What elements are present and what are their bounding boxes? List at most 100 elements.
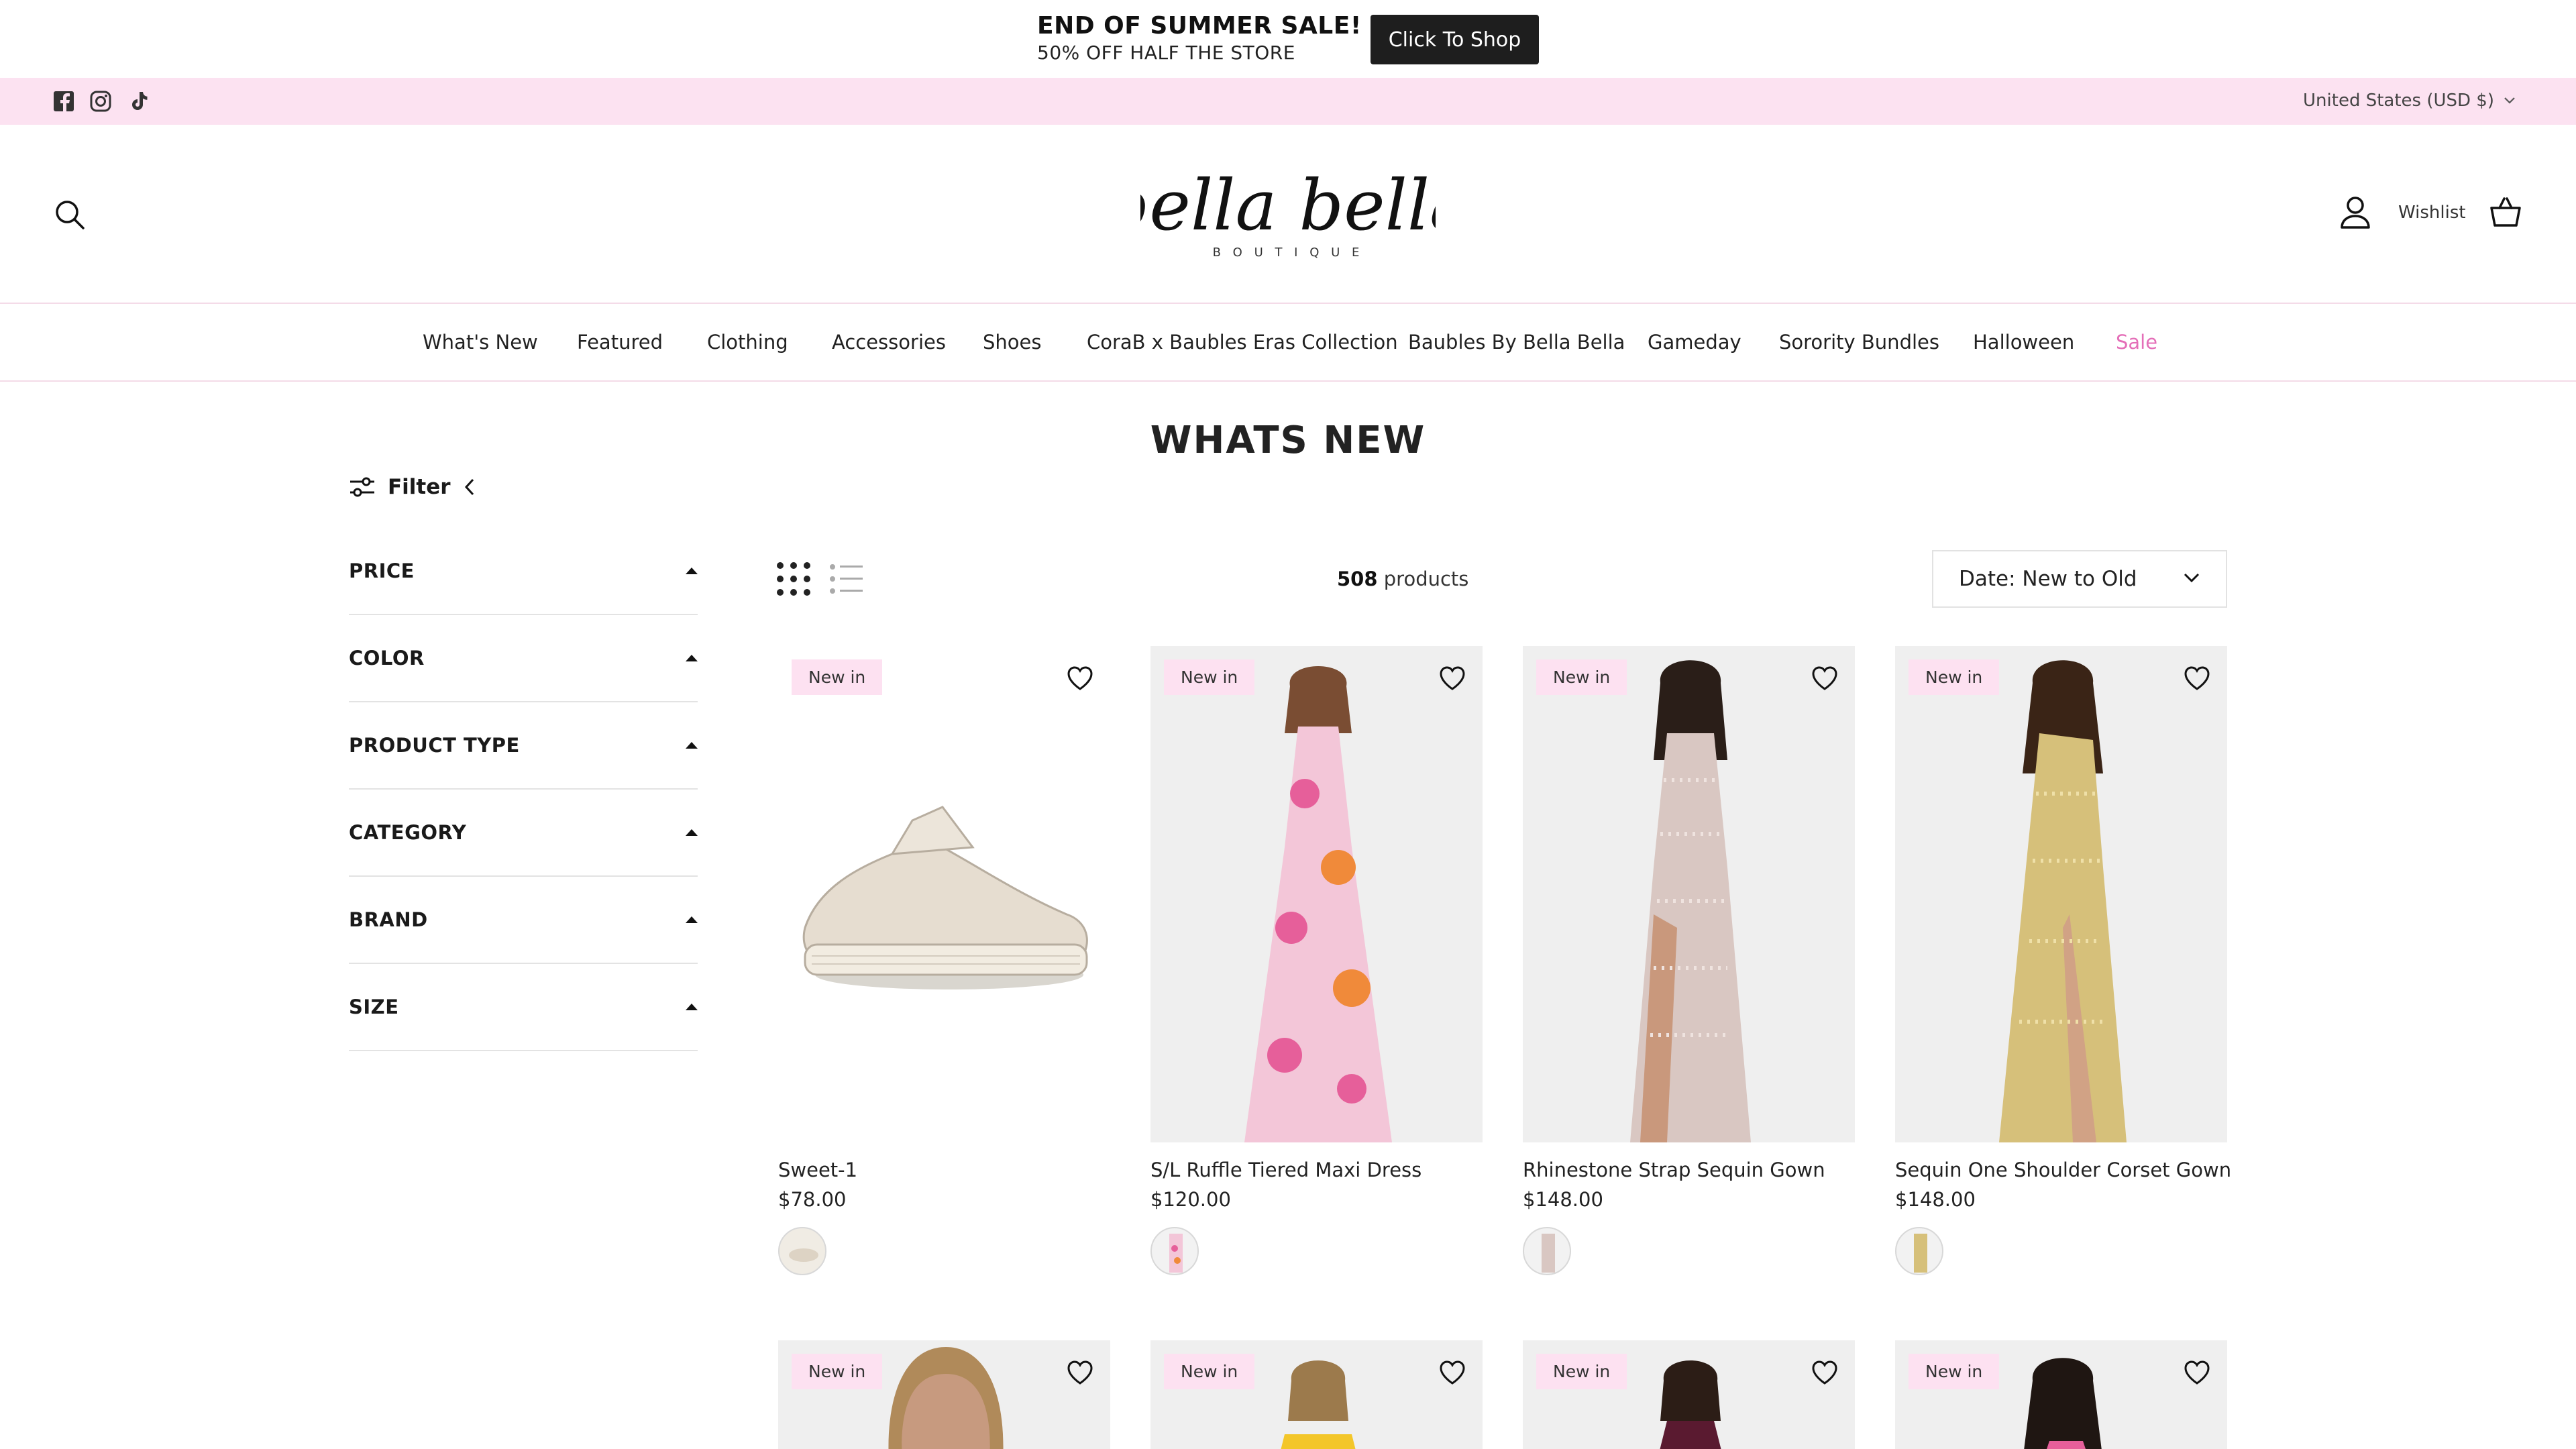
product-count-suffix: products [1383, 568, 1469, 590]
color-swatch[interactable] [1150, 1227, 1199, 1275]
facet-label: PRICE [349, 559, 415, 582]
wishlist-link[interactable]: Wishlist [2398, 203, 2466, 223]
color-swatch[interactable] [1895, 1227, 1943, 1275]
filter-toggle[interactable]: Filter [349, 475, 476, 499]
announcement-bar: END OF SUMMER SALE! 50% OFF HALF THE STO… [0, 0, 2576, 78]
nav-item-sale[interactable]: Sale [2116, 331, 2157, 354]
nav-item-halloween[interactable]: Halloween [1973, 331, 2074, 354]
product-count: 508 products [1337, 568, 1468, 590]
logo[interactable]: bella bella B O U T I Q U E [1140, 156, 1436, 276]
product-image[interactable]: New in [1523, 1340, 1855, 1449]
cart-icon[interactable] [2489, 196, 2522, 229]
product-image[interactable]: New in [778, 646, 1110, 1142]
nav-item-corab-baubles[interactable]: CoraB x Baubles Eras Collection [1087, 331, 1398, 354]
facet-label: PRODUCT TYPE [349, 734, 520, 757]
search-icon[interactable] [54, 199, 86, 231]
facet-product-type[interactable]: PRODUCT TYPE [349, 702, 698, 790]
new-in-badge: New in [1164, 659, 1255, 695]
heart-icon[interactable] [2183, 1359, 2211, 1386]
new-in-badge: New in [1536, 1354, 1627, 1389]
product-price: $120.00 [1150, 1188, 1231, 1211]
facet-price[interactable]: PRICE [349, 528, 698, 615]
announcement-title: END OF SUMMER SALE! [1037, 12, 1362, 40]
product-name[interactable]: Rhinestone Strap Sequin Gown [1523, 1159, 1825, 1181]
floral-dress-image [1244, 666, 1392, 1142]
sort-value: Date: New to Old [1959, 567, 2137, 591]
heart-icon[interactable] [1811, 665, 1839, 692]
chevron-left-icon [464, 478, 474, 496]
new-in-badge: New in [1164, 1354, 1255, 1389]
gold-gown-image [1999, 660, 2127, 1142]
caret-up-icon [686, 1004, 698, 1010]
sneaker-image [802, 806, 1088, 989]
nav-item-accessories[interactable]: Accessories [832, 331, 946, 354]
facet-label: CATEGORY [349, 821, 467, 844]
product-name[interactable]: Sequin One Shoulder Corset Gown [1895, 1159, 2231, 1181]
product-image[interactable]: New in [1150, 1340, 1483, 1449]
facet-brand[interactable]: BRAND [349, 877, 698, 964]
product-price: $148.00 [1895, 1188, 1976, 1211]
caret-up-icon [686, 742, 698, 749]
nav-item-clothing[interactable]: Clothing [707, 331, 788, 354]
page-title: WHATS NEW [1150, 419, 1426, 462]
product-image[interactable]: New in [1895, 646, 2227, 1142]
account-icon[interactable] [2340, 196, 2371, 229]
new-in-badge: New in [792, 659, 883, 695]
caret-up-icon [686, 916, 698, 923]
color-swatch[interactable] [1523, 1227, 1571, 1275]
heart-icon[interactable] [1066, 1359, 1094, 1386]
new-in-badge: New in [1909, 1354, 2000, 1389]
product-price: $148.00 [1523, 1188, 1603, 1211]
nav-item-whats-new[interactable]: What's New [423, 331, 538, 354]
heart-icon[interactable] [1066, 665, 1094, 692]
product-price: $78.00 [778, 1188, 847, 1211]
facet-size[interactable]: SIZE [349, 964, 698, 1051]
product-image[interactable]: New in [778, 1340, 1110, 1449]
facebook-icon[interactable] [52, 90, 75, 113]
heart-icon[interactable] [1811, 1359, 1839, 1386]
color-swatch[interactable] [778, 1227, 826, 1275]
product-name[interactable]: S/L Ruffle Tiered Maxi Dress [1150, 1159, 1421, 1181]
caret-up-icon [686, 568, 698, 574]
announcement-subtitle: 50% OFF HALF THE STORE [1037, 42, 1295, 64]
instagram-icon[interactable] [89, 90, 112, 113]
site-header: bella bella B O U T I Q U E Wishlist [0, 125, 2576, 304]
nav-item-featured[interactable]: Featured [577, 331, 663, 354]
list-view-icon[interactable] [829, 564, 863, 594]
filter-label: Filter [388, 475, 451, 499]
nav-item-shoes[interactable]: Shoes [983, 331, 1041, 354]
chevron-down-icon [2504, 97, 2515, 104]
logo-script: bella bella [1140, 164, 1436, 246]
facet-label: BRAND [349, 908, 428, 931]
new-in-badge: New in [1536, 659, 1627, 695]
currency-selector[interactable]: United States (USD $) [2303, 91, 2516, 111]
heart-icon[interactable] [1438, 1359, 1466, 1386]
click-to-shop-button[interactable]: Click To Shop [1371, 15, 1539, 64]
facet-label: SIZE [349, 996, 399, 1018]
logo-subtitle: B O U T I Q U E [1213, 246, 1364, 260]
tiktok-icon[interactable] [127, 90, 150, 113]
main-nav: What's New Featured Clothing Accessories… [0, 304, 2576, 382]
caret-up-icon [686, 655, 698, 661]
new-in-badge: New in [1909, 659, 2000, 695]
product-image[interactable]: New in [1895, 1340, 2227, 1449]
product-image[interactable]: New in [1523, 646, 1855, 1142]
currency-label: United States (USD $) [2303, 91, 2494, 111]
facet-category[interactable]: CATEGORY [349, 790, 698, 877]
product-name[interactable]: Sweet-1 [778, 1159, 857, 1181]
filter-sliders-icon [350, 477, 374, 497]
facet-color[interactable]: COLOR [349, 615, 698, 702]
chevron-down-icon [2184, 573, 2200, 583]
nav-item-gameday[interactable]: Gameday [1648, 331, 1741, 354]
nav-item-sorority-bundles[interactable]: Sorority Bundles [1779, 331, 1939, 354]
sort-select[interactable]: Date: New to Old [1932, 550, 2227, 608]
heart-icon[interactable] [2183, 665, 2211, 692]
facet-label: COLOR [349, 647, 425, 669]
heart-icon[interactable] [1438, 665, 1466, 692]
grid-view-icon[interactable] [777, 562, 810, 596]
product-count-number: 508 [1337, 568, 1378, 590]
sequin-gown-image [1630, 660, 1751, 1142]
nav-item-baubles[interactable]: Baubles By Bella Bella [1408, 331, 1625, 354]
product-image[interactable]: New in [1150, 646, 1483, 1142]
utility-bar: United States (USD $) [0, 78, 2576, 125]
